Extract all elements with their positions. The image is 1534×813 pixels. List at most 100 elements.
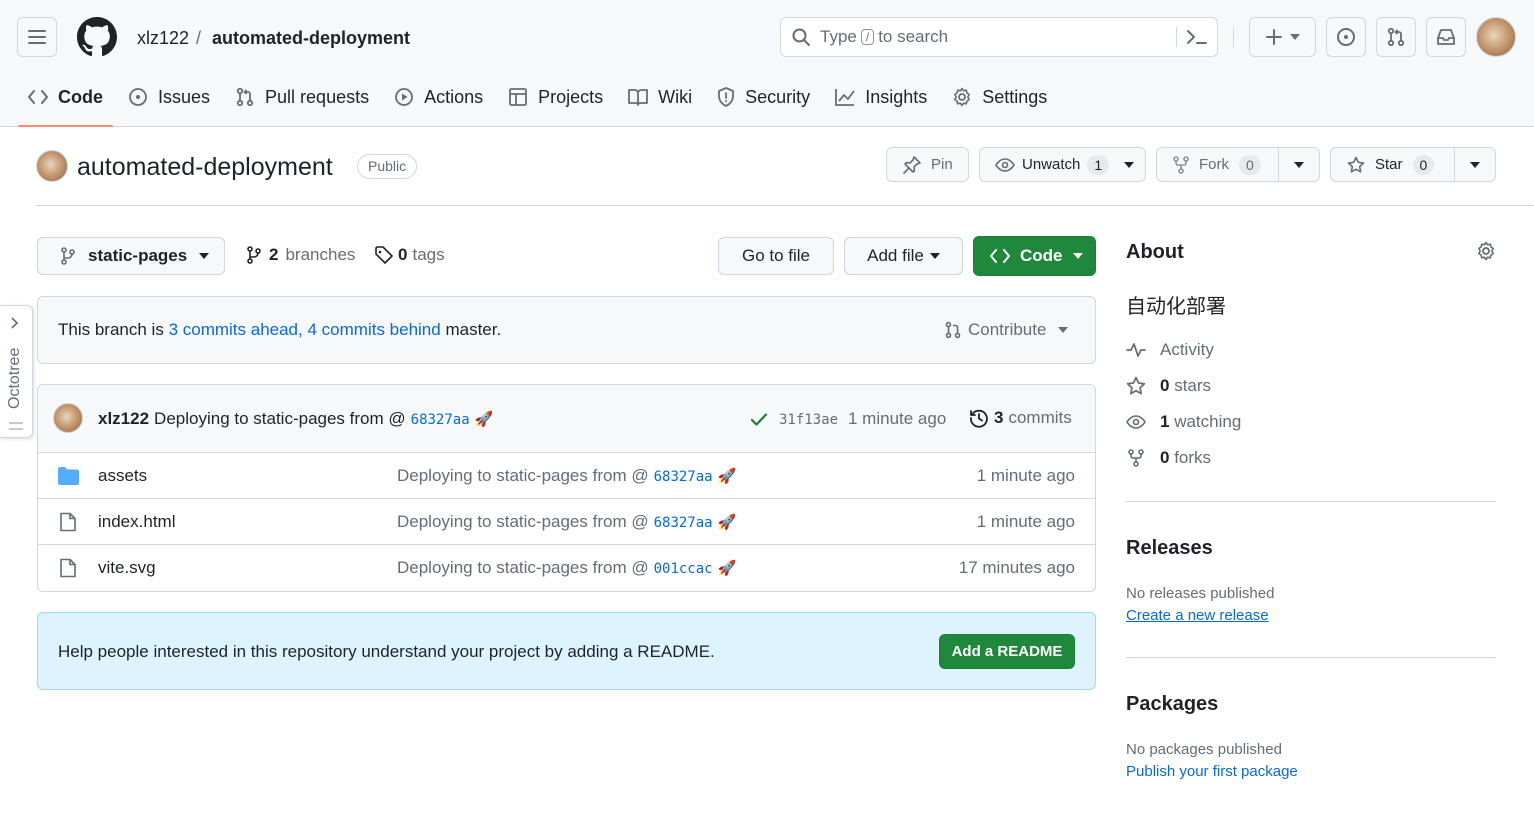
repo-title[interactable]: automated-deployment — [77, 151, 333, 183]
file-commit-sha-link[interactable]: 68327aa — [654, 515, 713, 531]
tab-wiki[interactable]: Wiki — [618, 74, 702, 120]
add-readme-button[interactable]: Add a README — [939, 634, 1075, 669]
pulse-icon — [1126, 343, 1146, 357]
play-icon — [395, 88, 413, 106]
code-icon — [28, 90, 48, 104]
commits-behind-link[interactable]: 4 commits behind — [307, 320, 440, 339]
file-row-index-html[interactable]: index.html Deploying to static-pages fro… — [38, 498, 1095, 544]
tab-projects[interactable]: Projects — [498, 74, 613, 120]
commit-author-avatar[interactable] — [53, 403, 83, 433]
fork-icon — [1128, 449, 1144, 467]
releases-heading[interactable]: Releases — [1126, 537, 1213, 560]
tab-insights[interactable]: Insights — [825, 74, 937, 120]
latest-commit-message: xlz122 Deploying to static-pages from @ … — [98, 409, 494, 429]
tab-settings[interactable]: Settings — [942, 74, 1057, 120]
github-mark-icon — [77, 17, 117, 57]
owner-avatar[interactable] — [36, 150, 68, 182]
octotree-label: Octotree — [6, 347, 23, 409]
readme-banner-text: Help people interested in this repositor… — [58, 642, 715, 661]
create-release-link[interactable]: Create a new release — [1126, 607, 1269, 624]
publish-package-link[interactable]: Publish your first package — [1126, 763, 1298, 780]
latest-commit-bar: xlz122 Deploying to static-pages from @ … — [38, 385, 1095, 451]
packages-empty-text: No packages published — [1126, 741, 1282, 758]
slash-key-hint: / — [860, 29, 875, 45]
commit-author-link[interactable]: xlz122 — [98, 409, 149, 429]
octotree-panel-toggle[interactable]: Octotree — [0, 305, 33, 438]
menu-button[interactable] — [17, 17, 57, 57]
commit-sha-link[interactable]: 68327aa — [411, 412, 470, 428]
readme-banner: Help people interested in this repositor… — [37, 612, 1096, 690]
add-file-button[interactable]: Add file — [844, 237, 963, 275]
commit-sha[interactable]: 31f13ae — [779, 412, 838, 428]
branch-selector[interactable]: static-pages — [37, 237, 225, 275]
eye-icon — [995, 157, 1015, 172]
caret-down-icon — [1058, 327, 1069, 333]
branches-link[interactable]: 2 branches — [246, 245, 355, 265]
file-row-vite-svg[interactable]: vite.svg Deploying to static-pages from … — [38, 544, 1095, 590]
file-row-assets[interactable]: assets Deploying to static-pages from @ … — [38, 452, 1095, 498]
caret-down-icon — [1072, 253, 1083, 259]
tags-link[interactable]: 0 tags — [375, 245, 445, 265]
history-icon — [970, 409, 988, 428]
file-name-link[interactable]: assets — [98, 466, 147, 486]
activity-link[interactable]: Activity — [1126, 338, 1214, 362]
github-logo[interactable] — [77, 17, 117, 57]
search-input[interactable]: Type / to search — [780, 17, 1218, 57]
star-count: 0 — [1412, 154, 1435, 175]
file-commit-time: 17 minutes ago — [958, 558, 1075, 577]
issues-button[interactable] — [1326, 17, 1366, 57]
caret-down-icon — [1124, 161, 1135, 168]
caret-down-icon — [1294, 162, 1304, 168]
caret-down-icon — [199, 253, 210, 259]
user-avatar[interactable] — [1476, 17, 1516, 57]
inbox-button[interactable] — [1426, 17, 1466, 57]
issue-icon — [1337, 28, 1355, 46]
file-commit-message: Deploying to static-pages from @ 001ccac… — [397, 558, 737, 577]
tab-issues[interactable]: Issues — [118, 74, 220, 120]
about-heading: About — [1126, 241, 1184, 263]
create-new-button[interactable] — [1249, 17, 1316, 57]
gear-icon — [954, 87, 971, 107]
file-icon — [60, 558, 76, 578]
go-to-file-button[interactable]: Go to file — [718, 237, 834, 275]
unwatch-button[interactable]: Unwatch 1 — [979, 147, 1146, 182]
star-icon — [1347, 156, 1365, 173]
book-icon — [628, 89, 649, 106]
contribute-button[interactable]: Contribute — [944, 320, 1069, 340]
forks-link[interactable]: 0 forks — [1126, 446, 1211, 470]
stars-link[interactable]: 0 stars — [1126, 374, 1211, 398]
file-commit-sha-link[interactable]: 001ccac — [654, 561, 713, 577]
tab-pull-requests[interactable]: Pull requests — [225, 74, 379, 120]
star-button[interactable]: Star 0 — [1330, 147, 1496, 182]
branch-icon — [61, 247, 75, 265]
visibility-badge: Public — [357, 154, 418, 179]
tab-actions[interactable]: Actions — [384, 74, 493, 120]
tag-icon — [375, 246, 393, 264]
code-dropdown-button[interactable]: Code — [973, 236, 1096, 276]
pull-request-icon — [236, 87, 254, 107]
search-placeholder: Type / to search — [820, 27, 949, 46]
pin-button[interactable]: Pin — [886, 147, 969, 182]
packages-heading[interactable]: Packages — [1126, 693, 1218, 716]
rocket-emoji: 🚀 — [474, 411, 494, 428]
commits-ahead-link[interactable]: 3 commits ahead, — [169, 320, 303, 339]
fork-icon — [1173, 155, 1189, 174]
file-name-link[interactable]: vite.svg — [98, 558, 156, 578]
pull-requests-button[interactable] — [1376, 17, 1416, 57]
eye-icon — [1126, 415, 1146, 429]
fork-button[interactable]: Fork 0 — [1156, 147, 1320, 182]
graph-icon — [835, 89, 855, 106]
tab-code[interactable]: Code — [18, 74, 113, 127]
watching-link[interactable]: 1 watching — [1126, 410, 1241, 434]
gear-icon[interactable] — [1476, 241, 1496, 261]
breadcrumb-repo[interactable]: automated-deployment — [212, 27, 410, 49]
file-commit-sha-link[interactable]: 68327aa — [654, 469, 713, 485]
hamburger-icon — [28, 30, 46, 44]
table-icon — [509, 88, 528, 106]
command-palette-icon[interactable] — [1186, 28, 1208, 46]
file-name-link[interactable]: index.html — [98, 512, 175, 532]
tab-security[interactable]: Security — [707, 74, 820, 120]
breadcrumb-owner[interactable]: xlz122 — [137, 27, 189, 49]
rocket-emoji: 🚀 — [717, 468, 737, 485]
commits-history-link[interactable]: 3 commits — [969, 408, 1072, 428]
